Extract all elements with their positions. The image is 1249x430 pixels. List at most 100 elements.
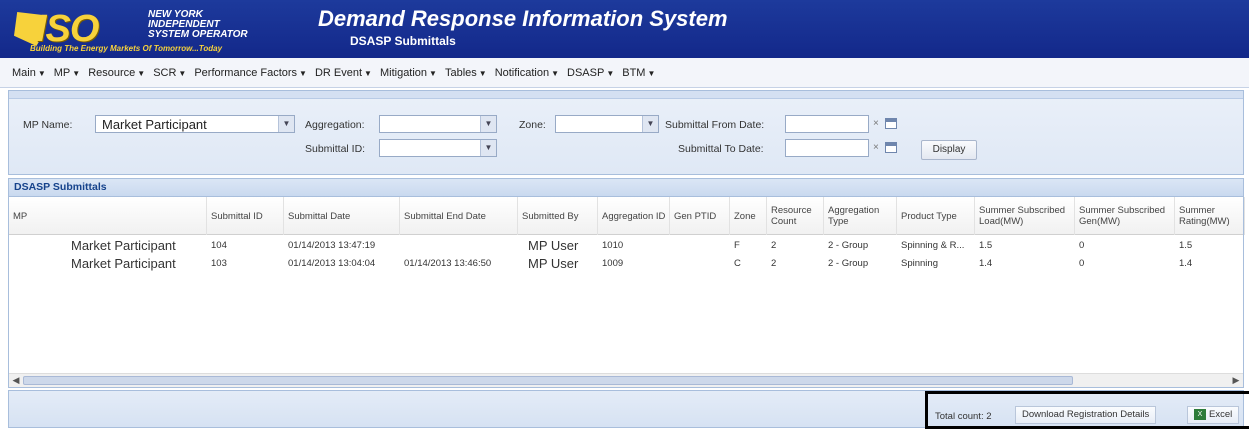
summer-gen-cell: 0 <box>1079 240 1085 251</box>
menu-dsasp[interactable]: DSASP ▼ <box>567 67 614 79</box>
menu-performance-factors[interactable]: Performance Factors ▼ <box>194 67 307 79</box>
submittal-from-input[interactable] <box>785 115 869 133</box>
submittal-id-select[interactable]: ▼ <box>379 139 497 157</box>
column-header[interactable]: Gen PTID <box>670 197 730 235</box>
calendar-icon[interactable] <box>885 142 897 153</box>
app-header: ISO NEW YORK INDEPENDENT SYSTEM OPERATOR… <box>0 0 1249 58</box>
menu-label: Notification <box>494 66 550 79</box>
menu-label: DR Event <box>314 66 363 79</box>
chevron-down-icon: ▼ <box>137 68 146 78</box>
scrollbar-thumb[interactable] <box>23 376 1073 385</box>
menu-scr[interactable]: SCR ▼ <box>153 67 186 79</box>
aggregation-label: Aggregation: <box>305 119 365 131</box>
download-registration-details-button[interactable]: Download Registration Details <box>1015 406 1157 424</box>
submittal-to-label: Submittal To Date: <box>678 143 764 155</box>
aggregation-id-cell: 1009 <box>602 258 624 269</box>
column-header[interactable]: Submittal Date <box>284 197 400 235</box>
chevron-down-icon: ▼ <box>37 68 46 78</box>
menu-main[interactable]: Main ▼ <box>12 67 46 79</box>
column-header[interactable]: Submittal End Date <box>400 197 518 235</box>
submitted-by-cell: MP User <box>528 238 579 253</box>
menu-mp[interactable]: MP ▼ <box>54 67 80 79</box>
menu-label: Resource <box>88 66 136 79</box>
column-header[interactable]: Summer Rating(MW) <box>1175 197 1245 235</box>
horizontal-scrollbar[interactable]: ◀ ▶ <box>9 373 1243 387</box>
aggregation-type-cell: 2 - Group <box>828 240 869 251</box>
chevron-down-icon: ▼ <box>478 68 487 78</box>
resource-count-cell: 2 <box>771 258 777 269</box>
column-header[interactable]: Submittal ID <box>207 197 284 235</box>
submittal-from-label: Submittal From Date: <box>665 119 765 131</box>
menu-resource[interactable]: Resource ▼ <box>88 67 145 79</box>
menu-mitigation[interactable]: Mitigation ▼ <box>380 67 437 79</box>
menu-tables[interactable]: Tables ▼ <box>445 67 487 79</box>
chevron-down-icon[interactable]: ▼ <box>480 116 496 132</box>
submittal-end-date-cell <box>400 237 518 255</box>
chevron-down-icon[interactable]: ▼ <box>278 116 294 132</box>
excel-button[interactable]: X Excel <box>1187 406 1240 424</box>
aggregation-id-cell: 1010 <box>602 240 624 251</box>
column-header[interactable]: Aggregation ID <box>598 197 670 235</box>
scroll-right-icon[interactable]: ▶ <box>1230 375 1242 386</box>
menu-label: SCR <box>153 66 177 79</box>
menu-notification[interactable]: Notification ▼ <box>495 67 559 79</box>
table-row[interactable]: Market Participant 104 01/14/2013 13:47:… <box>9 237 1243 255</box>
chevron-down-icon: ▼ <box>178 68 187 78</box>
column-header[interactable]: Aggregation Type <box>824 197 897 235</box>
panel-header-strip <box>9 91 1243 99</box>
summer-rating-cell: 1.5 <box>1179 240 1193 251</box>
zone-select[interactable]: ▼ <box>555 115 659 133</box>
menu-label: Main <box>12 66 36 79</box>
column-header[interactable]: Product Type <box>897 197 975 235</box>
submittal-to-input[interactable] <box>785 139 869 157</box>
submittal-id-cell: 104 <box>211 240 227 251</box>
zone-label: Zone: <box>519 119 546 131</box>
summer-rating-cell: 1.4 <box>1179 258 1193 269</box>
mp-name-select[interactable]: Market Participant ▼ <box>95 115 295 133</box>
clear-icon[interactable]: × <box>873 118 879 129</box>
column-header[interactable]: Summer Subscribed Gen(MW) <box>1075 197 1175 235</box>
logo-line-3: SYSTEM OPERATOR <box>148 29 248 40</box>
menu-label: DSASP <box>567 66 605 79</box>
excel-icon: X <box>1194 408 1206 420</box>
chevron-down-icon: ▼ <box>606 68 615 78</box>
aggregation-type-cell: 2 - Group <box>828 258 869 269</box>
summer-load-cell: 1.5 <box>979 240 993 251</box>
submittal-end-date-cell: 01/14/2013 13:46:50 <box>404 258 492 269</box>
submitted-by-cell: MP User <box>528 256 579 271</box>
menu-dr-event[interactable]: DR Event ▼ <box>315 67 372 79</box>
table-row[interactable]: Market Participant 103 01/14/2013 13:04:… <box>9 255 1243 273</box>
clear-icon[interactable]: × <box>873 142 879 153</box>
chevron-down-icon: ▼ <box>72 68 81 78</box>
menu-label: Performance Factors <box>194 66 298 79</box>
mp-cell: Market Participant <box>71 238 176 253</box>
display-button[interactable]: Display <box>921 140 977 160</box>
column-header[interactable]: Summer Subscribed Load(MW) <box>975 197 1075 235</box>
column-header[interactable]: Resource Count <box>767 197 824 235</box>
column-header[interactable]: Submitted By <box>518 197 598 235</box>
page-subtitle: DSASP Submittals <box>350 34 456 48</box>
menu-btm[interactable]: BTM ▼ <box>622 67 655 79</box>
scroll-left-icon[interactable]: ◀ <box>10 375 22 386</box>
mp-name-value: Market Participant <box>102 117 207 132</box>
submittal-date-cell: 01/14/2013 13:04:04 <box>288 258 376 269</box>
dsasp-submittals-grid: DSASP Submittals MP Submittal ID Submitt… <box>8 178 1245 388</box>
column-header[interactable]: Zone <box>730 197 767 235</box>
chevron-down-icon: ▼ <box>551 68 560 78</box>
calendar-icon[interactable] <box>885 118 897 129</box>
chevron-down-icon[interactable]: ▼ <box>642 116 658 132</box>
menu-label: MP <box>53 66 71 79</box>
logo-tagline: Building The Energy Markets Of Tomorrow.… <box>30 44 223 53</box>
main-menu: Main ▼ MP ▼ Resource ▼ SCR ▼ Performance Fac… <box>0 58 1249 88</box>
excel-label: Excel <box>1209 409 1233 420</box>
submittal-id-cell: 103 <box>211 258 227 269</box>
menu-label: Mitigation <box>379 66 428 79</box>
mp-cell: Market Participant <box>71 256 176 271</box>
chevron-down-icon[interactable]: ▼ <box>480 140 496 156</box>
gen-ptid-cell <box>670 237 730 255</box>
menu-label: Tables <box>444 66 477 79</box>
chevron-down-icon: ▼ <box>299 68 307 78</box>
column-header[interactable]: MP <box>9 197 207 235</box>
aggregation-select[interactable]: ▼ <box>379 115 497 133</box>
product-type-cell: Spinning <box>901 258 938 269</box>
